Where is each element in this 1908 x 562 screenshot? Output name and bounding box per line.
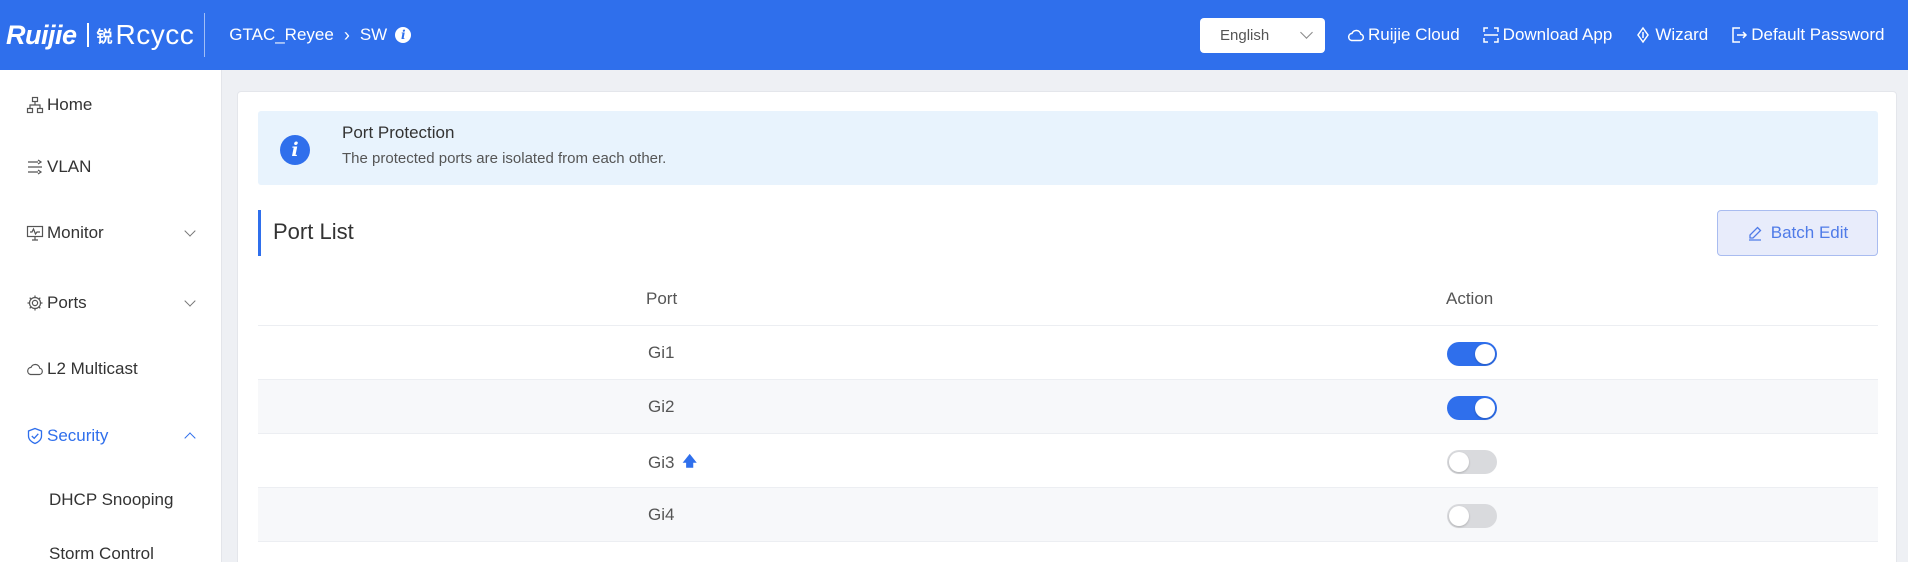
sidebar-item-label: Home	[47, 95, 93, 114]
info-notice: i Port Protection The protected ports ar…	[258, 111, 1878, 185]
toggle-knob	[1475, 344, 1495, 364]
protection-toggle[interactable]	[1447, 342, 1497, 366]
chevron-down-icon	[184, 295, 196, 307]
network-icon	[26, 96, 44, 114]
download-app-link[interactable]: Download App	[1482, 25, 1613, 45]
table-row: Gi3 🡅	[258, 434, 1878, 488]
reyee-logo-text: Rcycc	[115, 19, 195, 50]
cloud-icon	[27, 363, 43, 376]
sidebar-item-label: Ports	[47, 293, 87, 312]
breadcrumb-device: SW	[359, 25, 388, 44]
ruijie-cloud-link[interactable]: Ruijie Cloud	[1347, 25, 1460, 45]
chevron-up-icon	[184, 432, 196, 444]
table-header: Port Action	[258, 272, 1878, 326]
download-app-label: Download App	[1502, 25, 1613, 44]
sidebar-item-l2-multicast[interactable]: L2 Multicast	[0, 349, 222, 389]
batch-edit-label: Batch Edit	[1770, 223, 1849, 242]
monitor-icon	[26, 225, 44, 241]
column-header-port: Port	[646, 289, 678, 308]
sidebar-item-label: VLAN	[47, 157, 92, 176]
sidebar-subitem-storm-control[interactable]: Storm Control	[0, 534, 222, 562]
sidebar-item-label: Monitor	[47, 223, 104, 242]
port-name: Gi4	[648, 505, 675, 524]
scan-icon	[1482, 27, 1499, 43]
logout-icon	[1732, 27, 1748, 43]
chevron-down-icon	[1300, 25, 1313, 39]
edit-icon	[1748, 226, 1762, 241]
table-row: Gi1	[258, 326, 1878, 380]
breadcrumb: GTAC_Reyee › SW i	[229, 24, 412, 46]
sidebar-subitem-label: Storm Control	[49, 544, 154, 562]
cloud-icon	[1347, 29, 1365, 42]
wizard-link[interactable]: Wizard	[1634, 25, 1708, 45]
language-value: English	[1220, 26, 1270, 44]
logo-separator	[86, 23, 89, 47]
info-icon: i	[280, 135, 310, 165]
chevron-right-icon: ›	[343, 24, 350, 45]
toggle-knob	[1449, 452, 1469, 472]
column-header-action: Action	[1446, 289, 1494, 308]
info-icon[interactable]: i	[395, 27, 412, 43]
chevron-down-icon	[184, 225, 196, 237]
table-row: Gi4	[258, 488, 1878, 542]
shield-icon	[27, 427, 43, 445]
port-name: Gi1	[648, 343, 675, 362]
protection-toggle[interactable]	[1447, 504, 1497, 528]
main-card: i Port Protection The protected ports ar…	[237, 91, 1897, 562]
port-cell: Gi4	[648, 505, 674, 525]
vlan-icon	[28, 159, 43, 175]
protection-toggle[interactable]	[1447, 396, 1497, 420]
toggle-knob	[1449, 506, 1469, 526]
port-cell: Gi3 🡅	[648, 451, 697, 475]
notice-title: Port Protection	[342, 123, 455, 142]
section-accent-bar	[258, 210, 261, 256]
port-cell: Gi2	[648, 397, 674, 417]
protection-toggle[interactable]	[1447, 450, 1497, 474]
notice-text: The protected ports are isolated from ea…	[342, 150, 667, 167]
sidebar-subitem-label: DHCP Snooping	[49, 490, 174, 509]
table-row: Gi2	[258, 380, 1878, 434]
header-actions: English Ruijie Cloud Download App Wizard…	[1200, 0, 1884, 70]
section-title: Port List	[273, 219, 354, 244]
header-divider	[204, 13, 206, 57]
sidebar-item-monitor[interactable]: Monitor	[0, 213, 222, 253]
batch-edit-button[interactable]: Batch Edit	[1717, 210, 1878, 256]
sidebar-item-home[interactable]: Home	[0, 85, 222, 125]
default-password-link[interactable]: Default Password	[1730, 25, 1884, 45]
sidebar-subitem-dhcp-snooping[interactable]: DHCP Snooping	[0, 480, 222, 520]
gear-icon	[27, 295, 43, 311]
wizard-icon	[1637, 26, 1650, 44]
port-name: Gi2	[648, 397, 675, 416]
sidebar-item-ports[interactable]: Ports	[0, 283, 222, 323]
sidebar-item-label: L2 Multicast	[47, 359, 138, 378]
brand-logo[interactable]: Ruijie 锐 Rcycc	[0, 0, 194, 70]
default-password-label: Default Password	[1751, 25, 1885, 44]
ruijie-logo-text: Ruijie	[6, 19, 77, 50]
port-name: Gi3	[648, 453, 675, 472]
sidebar: Home VLAN Monitor Ports L2 Multicast Sec…	[0, 70, 222, 562]
uplink-arrow-icon: 🡅	[682, 453, 697, 469]
sidebar-item-vlan[interactable]: VLAN	[0, 147, 222, 187]
wizard-label: Wizard	[1655, 25, 1709, 44]
toggle-knob	[1475, 398, 1495, 418]
sidebar-item-security[interactable]: Security	[0, 416, 222, 456]
breadcrumb-network[interactable]: GTAC_Reyee	[229, 25, 334, 45]
top-header: Ruijie 锐 Rcycc GTAC_Reyee › SW i English…	[0, 0, 1908, 70]
port-table: Port Action Gi1 Gi2 Gi3 🡅 Gi4	[258, 272, 1878, 542]
language-select[interactable]: English	[1200, 17, 1325, 53]
logo-mark: 锐	[96, 29, 113, 46]
ruijie-cloud-label: Ruijie Cloud	[1368, 25, 1460, 44]
port-cell: Gi1	[648, 343, 674, 363]
sidebar-item-label: Security	[47, 426, 109, 445]
